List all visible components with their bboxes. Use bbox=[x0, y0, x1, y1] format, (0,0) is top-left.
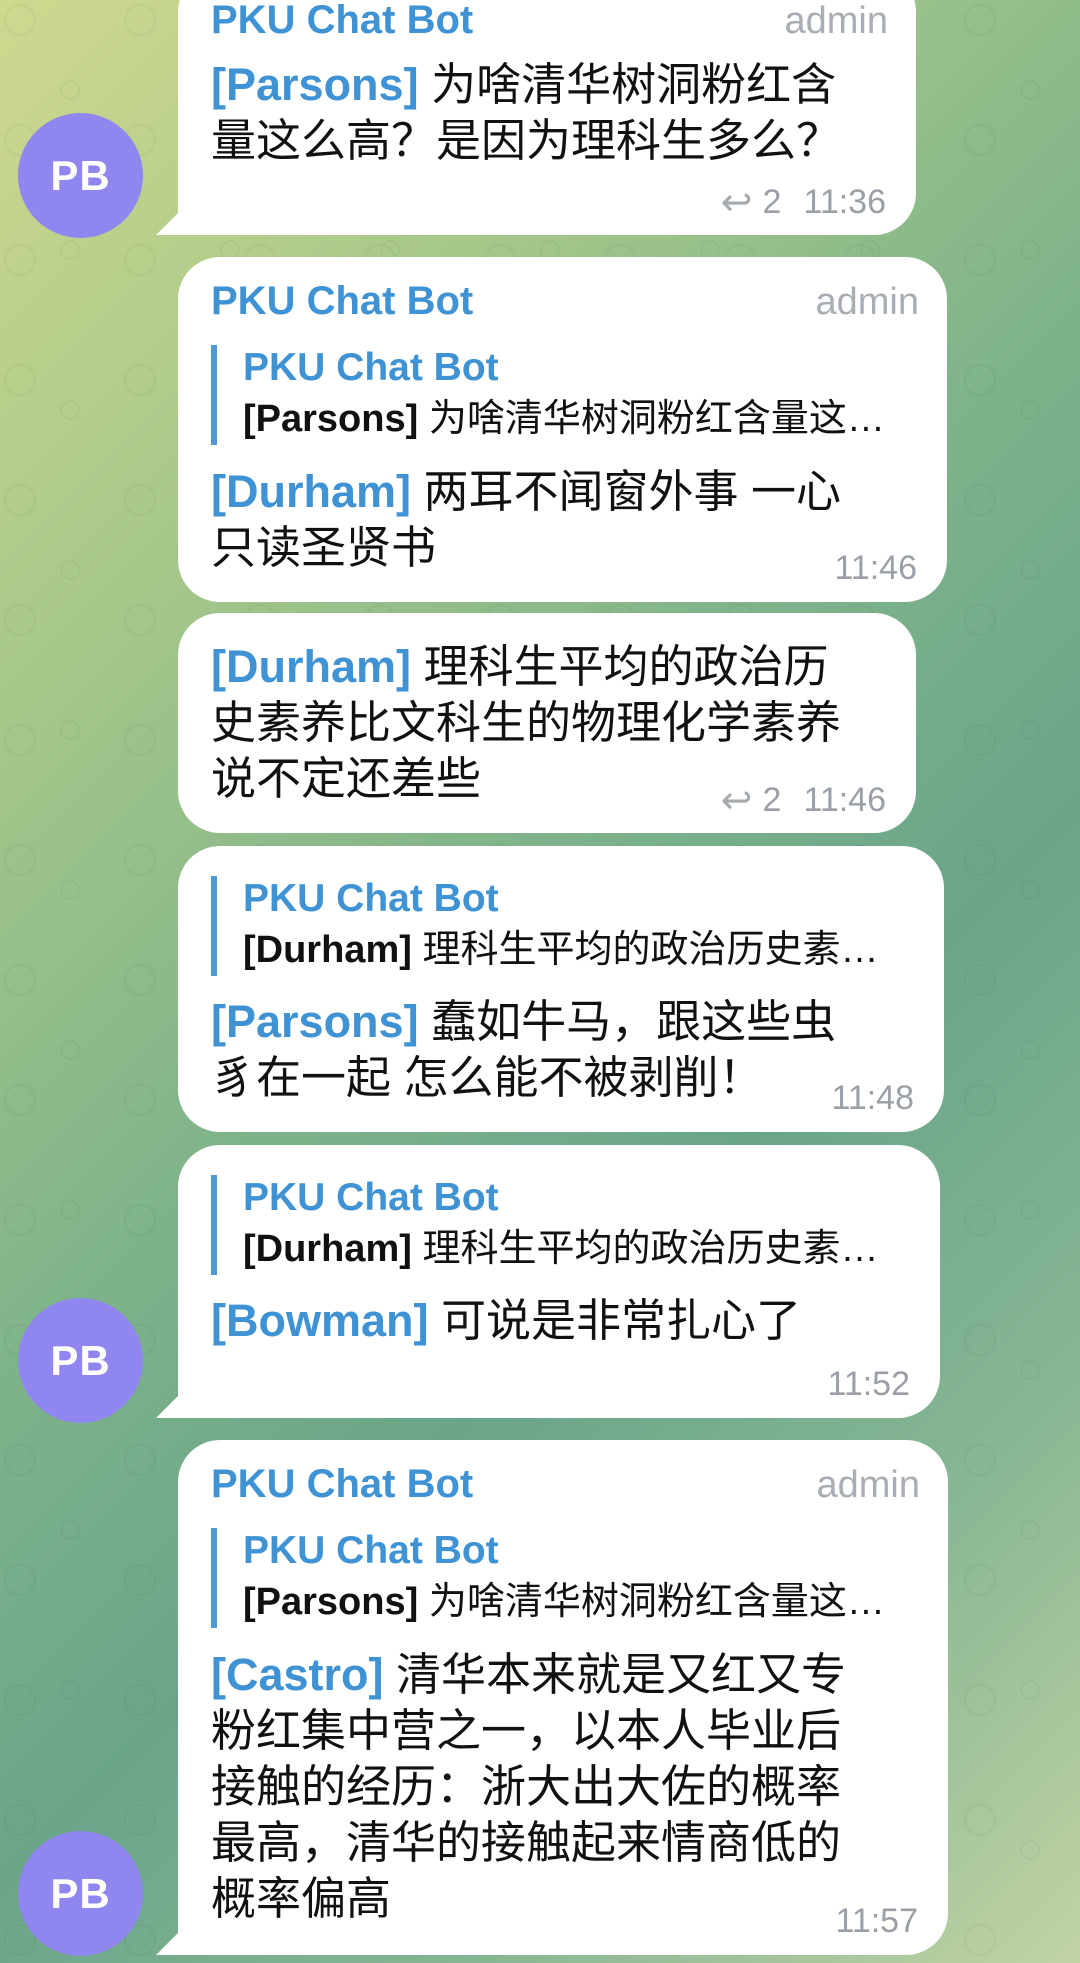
message-text: [Bowman] 可说是非常扎心了 bbox=[211, 1295, 802, 1346]
message-time: 11:52 bbox=[827, 1365, 910, 1403]
quoted-reply[interactable]: PKU Chat Bot [Durham] 理科生平均的政治历史素… bbox=[211, 1175, 918, 1275]
message-meta: 11:52 bbox=[827, 1365, 910, 1404]
quote-sender: PKU Chat Bot bbox=[243, 1176, 499, 1219]
reply-count[interactable]: 2 bbox=[763, 781, 782, 820]
message-meta: ↩ 2 11:46 bbox=[721, 778, 886, 823]
message-bubble[interactable]: PKU Chat Bot admin PKU Chat Bot [Parsons… bbox=[178, 257, 947, 602]
admin-badge: admin bbox=[815, 281, 920, 323]
quote-text: [Parsons] 为啥清华树洞粉红含量这… bbox=[243, 1581, 885, 1623]
avatar[interactable]: PB bbox=[18, 1298, 143, 1423]
quote-sender: PKU Chat Bot bbox=[243, 1529, 499, 1572]
sender-name[interactable]: PKU Chat Bot bbox=[211, 279, 473, 324]
sender-name[interactable]: PKU Chat Bot bbox=[211, 1462, 473, 1507]
reply-count-icon[interactable]: ↩ bbox=[721, 180, 753, 225]
message-bubble[interactable]: PKU Chat Bot admin [Parsons] 为啥清华树洞粉红含 量… bbox=[178, 0, 916, 235]
message-bubble[interactable]: PKU Chat Bot [Durham] 理科生平均的政治历史素… [Pars… bbox=[178, 846, 944, 1132]
quote-sender: PKU Chat Bot bbox=[243, 346, 499, 389]
message-meta: 11:46 bbox=[834, 549, 917, 588]
avatar[interactable]: PB bbox=[18, 113, 143, 238]
quote-text: [Parsons] 为啥清华树洞粉红含量这… bbox=[243, 398, 885, 440]
quote-text: [Durham] 理科生平均的政治历史素… bbox=[243, 929, 879, 971]
quote-sender: PKU Chat Bot bbox=[243, 877, 499, 920]
message-bubble[interactable]: PKU Chat Bot [Durham] 理科生平均的政治历史素… [Bowm… bbox=[178, 1145, 940, 1418]
quote-text: [Durham] 理科生平均的政治历史素… bbox=[243, 1228, 879, 1270]
reply-count-icon[interactable]: ↩ bbox=[721, 778, 753, 823]
reply-count[interactable]: 2 bbox=[763, 183, 782, 222]
message-time: 11:46 bbox=[834, 549, 917, 587]
message-text: [Parsons] 为啥清华树洞粉红含 量这么高？是因为理科生多么？ bbox=[211, 59, 842, 166]
message-time: 11:48 bbox=[831, 1079, 914, 1117]
quoted-reply[interactable]: PKU Chat Bot [Durham] 理科生平均的政治历史素… bbox=[211, 876, 922, 976]
admin-badge: admin bbox=[784, 0, 889, 42]
message-time: 11:36 bbox=[803, 183, 886, 221]
quoted-reply[interactable]: PKU Chat Bot [Parsons] 为啥清华树洞粉红含量这… bbox=[211, 345, 925, 445]
message-text: [Castro] 清华本来就是又红又专 粉红集中营之一，以本人毕业后 接触的经历… bbox=[211, 1649, 847, 1924]
message-bubble[interactable]: [Durham] 理科生平均的政治历 史素养比文科生的物理化学素养 说不定还差些… bbox=[178, 613, 916, 833]
message-time: 11:57 bbox=[835, 1902, 918, 1940]
message-meta: 11:57 bbox=[835, 1902, 918, 1941]
message-text: [Parsons] 蠢如牛马，跟这些虫 豸在一起 怎么能不被剥削！ bbox=[211, 996, 837, 1103]
avatar[interactable]: PB bbox=[18, 1831, 143, 1956]
message-time: 11:46 bbox=[803, 781, 886, 819]
message-meta: ↩ 2 11:36 bbox=[721, 180, 886, 225]
message-bubble[interactable]: PKU Chat Bot admin PKU Chat Bot [Parsons… bbox=[178, 1440, 948, 1955]
admin-badge: admin bbox=[816, 1464, 921, 1506]
quoted-reply[interactable]: PKU Chat Bot [Parsons] 为啥清华树洞粉红含量这… bbox=[211, 1528, 926, 1628]
sender-name[interactable]: PKU Chat Bot bbox=[211, 0, 473, 43]
message-text: [Durham] 两耳不闻窗外事 一心 只读圣贤书 bbox=[211, 466, 842, 573]
message-meta: 11:48 bbox=[831, 1079, 914, 1118]
